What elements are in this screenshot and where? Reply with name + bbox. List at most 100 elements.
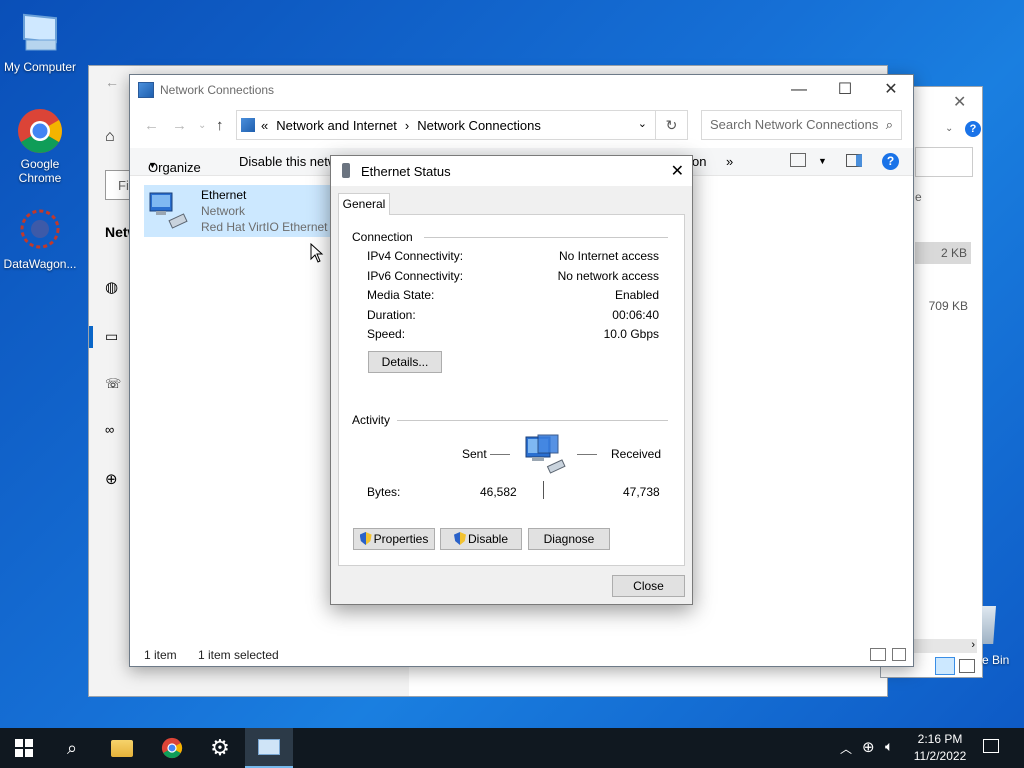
gear-icon: ⚙ (210, 735, 230, 760)
datawagon-icon (16, 207, 64, 255)
sent-label: Sent (462, 447, 487, 461)
change-view-icon[interactable] (790, 153, 806, 167)
ipv4-row: IPv4 Connectivity: No Internet access (367, 249, 659, 263)
network-adapter-icon (148, 189, 190, 231)
ipv4-label: IPv4 Connectivity: (367, 249, 464, 263)
properties-button[interactable]: Properties (353, 528, 435, 550)
dialup-icon[interactable]: ☏ (105, 376, 121, 392)
help-icon[interactable]: ? (882, 153, 899, 170)
breadcrumb-separator-icon: › (404, 117, 410, 133)
uac-shield-icon (453, 532, 466, 545)
forward-icon[interactable]: → (172, 117, 187, 134)
desktop-icon-chrome[interactable]: Google Chrome (0, 107, 80, 185)
back-icon[interactable]: ← (144, 117, 159, 134)
show-hidden-icons[interactable]: ︿ (840, 740, 852, 757)
action-center-icon[interactable] (983, 739, 999, 753)
preview-pane-icon[interactable] (846, 154, 862, 167)
up-icon[interactable]: ↑ (216, 117, 224, 134)
activity-computer-icon (524, 433, 570, 477)
breadcrumb-overflow[interactable]: « (261, 118, 268, 133)
speed-row: Speed: 10.0 Gbps (367, 327, 659, 341)
minimize-button[interactable]: — (776, 75, 822, 105)
scrollbar-horizontal[interactable]: › (911, 639, 977, 653)
address-dropdown-icon[interactable]: ⌄ (638, 117, 647, 130)
network-window-icon (258, 739, 280, 755)
divider (424, 237, 668, 238)
globe-icon[interactable]: ⊕ (105, 470, 118, 488)
desktop-icon-datawagon[interactable]: DataWagon... (0, 207, 80, 271)
windows-logo-icon (15, 739, 33, 757)
toolbar-partial-command[interactable]: on (692, 154, 706, 169)
disable-network-device-button[interactable]: Disable this netw (239, 154, 337, 169)
large-icons-view-icon[interactable] (959, 659, 975, 673)
chevron-down-icon[interactable]: ⌄ (945, 123, 953, 134)
back-arrow-icon[interactable]: ← (105, 74, 119, 90)
desktop-icon-label: My Computer (3, 60, 77, 74)
bytes-sent-value: 46,582 (480, 485, 517, 499)
taskbar-network-connections[interactable] (245, 728, 293, 768)
title-bar[interactable]: Network Connections — ☐ ✕ (130, 75, 913, 105)
breadcrumb-network-and-internet[interactable]: Network and Internet (276, 118, 397, 133)
network-location-icon (241, 118, 255, 132)
taskbar-settings[interactable]: ⚙ (196, 728, 244, 768)
media-state-label: Media State: (367, 288, 435, 302)
large-icons-view-icon[interactable] (892, 648, 906, 661)
diagnose-button[interactable]: Diagnose (528, 528, 610, 550)
breadcrumb-network-connections[interactable]: Network Connections (417, 118, 541, 133)
tab-general[interactable]: General (338, 193, 390, 215)
details-view-icon[interactable] (870, 648, 886, 661)
ipv6-label: IPv6 Connectivity: (367, 269, 464, 283)
home-icon[interactable]: ⌂ (105, 128, 115, 146)
taskbar-chrome[interactable] (148, 728, 196, 768)
start-button[interactable] (0, 728, 48, 768)
close-icon[interactable]: ✕ (953, 92, 966, 112)
mouse-cursor-icon (310, 242, 324, 266)
ethernet-icon[interactable]: ▭ (105, 328, 118, 345)
close-button[interactable]: ✕ (868, 75, 914, 105)
search-input[interactable]: Search Network Connections ⌕ (701, 110, 902, 140)
activity-group-label: Activity (352, 413, 391, 427)
close-button[interactable]: Close (612, 575, 685, 597)
duration-value: 00:06:40 (612, 308, 659, 322)
desktop-icon-label: DataWagon... (3, 257, 77, 271)
details-button[interactable]: Details... (368, 351, 442, 373)
more-commands-button[interactable]: » (726, 154, 733, 169)
general-panel: Connection IPv4 Connectivity: No Interne… (338, 214, 685, 566)
dialog-title-bar[interactable]: Ethernet Status ✕ (331, 156, 692, 186)
close-icon[interactable]: ✕ (671, 161, 684, 181)
recycle-bin-icon[interactable] (982, 606, 996, 644)
connection-group-label: Connection (352, 230, 413, 244)
ethernet-status-dialog[interactable]: Ethernet Status ✕ General Connection IPv… (330, 155, 693, 605)
search-button[interactable]: ⌕ (48, 728, 96, 768)
help-icon[interactable]: ? (965, 121, 981, 137)
network-tray-icon[interactable]: ⊕ (862, 738, 875, 756)
status-icon[interactable]: ◍ (105, 278, 118, 296)
ethernet-connection-item[interactable]: Ethernet Network Red Hat VirtIO Ethernet… (144, 185, 344, 237)
maximize-button[interactable]: ☐ (822, 75, 868, 105)
address-bar[interactable]: « Network and Internet › Network Connect… (236, 110, 656, 140)
chevron-right-icon[interactable]: › (971, 639, 975, 651)
recent-chevron-icon[interactable]: ⌄ (198, 120, 206, 131)
clock[interactable]: 2:16 PM 11/2/2022 (908, 731, 972, 765)
search-box[interactable] (915, 147, 973, 177)
desktop-icon-my-computer[interactable]: My Computer (0, 10, 80, 74)
file-size: 2 KB (940, 246, 967, 260)
view-dropdown-icon[interactable]: ▼ (818, 156, 827, 166)
desktop-icon-label: Google Chrome (18, 157, 62, 185)
volume-icon[interactable]: 🔈︎ (885, 738, 893, 755)
details-view-icon[interactable] (935, 657, 955, 675)
taskbar-file-explorer[interactable] (98, 728, 146, 768)
selection-count: 1 item selected (198, 648, 279, 662)
ethernet-plug-icon (342, 163, 350, 178)
connection-adapter: Red Hat VirtIO Ethernet A (201, 220, 339, 234)
recycle-bin-label-partial[interactable]: e Bin (982, 653, 1009, 667)
search-icon: ⌕ (885, 117, 893, 132)
vpn-icon[interactable]: ∞ (105, 422, 114, 437)
window-title: Network Connections (160, 83, 275, 97)
address-row: ← → ⌄ ↑ « Network and Internet › Network… (130, 109, 913, 141)
taskbar: ⌕ ⚙ ︿ ⊕ 🔈︎ 2:16 PM 11/2/2022 (0, 728, 1024, 768)
file-row-selected[interactable]: 2 KB (915, 242, 971, 264)
refresh-button[interactable]: ↻ (656, 110, 688, 140)
disable-button[interactable]: Disable (440, 528, 522, 550)
dialog-title: Ethernet Status (361, 163, 451, 179)
